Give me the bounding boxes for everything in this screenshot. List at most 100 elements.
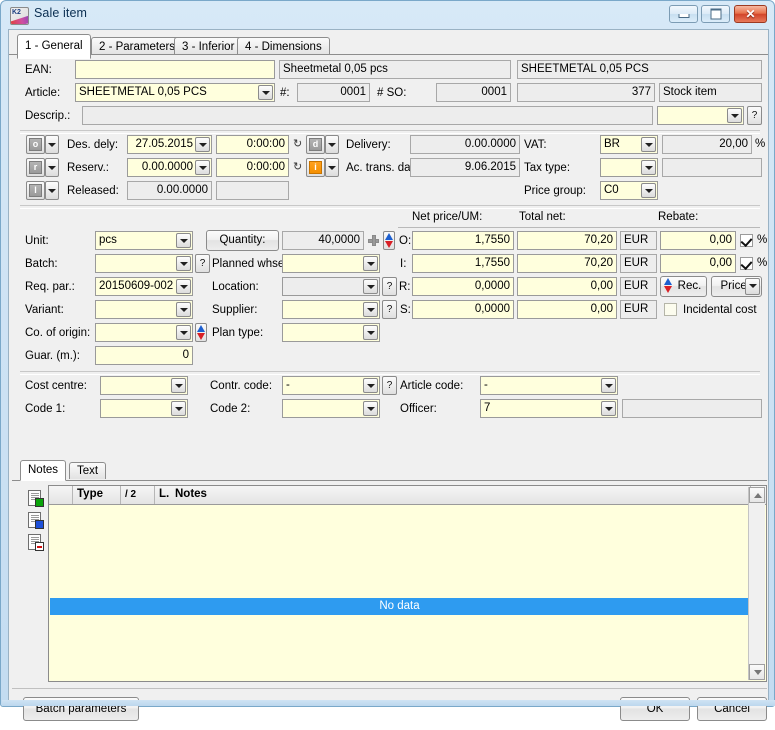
chevron-down-icon[interactable] [363,256,378,271]
plus-icon[interactable] [368,235,379,246]
article-combo[interactable]: SHEETMETAL 0,05 PCS [75,83,275,102]
chevron-down-icon[interactable] [601,378,616,393]
cost-centre-combo[interactable] [100,376,188,395]
delivery-flag-dropdown[interactable] [325,135,339,154]
tab-text[interactable]: Text [69,462,107,479]
scroll-down-button[interactable] [749,664,765,680]
grid-col-l[interactable]: L. [155,486,169,504]
chevron-down-icon[interactable] [363,325,378,340]
officer-combo[interactable]: 7 [480,399,618,418]
unit-combo[interactable]: pcs [95,231,193,250]
chevron-down-icon[interactable] [641,137,656,152]
chevron-down-icon[interactable] [171,378,186,393]
incidental-cost-checkbox[interactable] [664,303,677,316]
batch-combo[interactable] [95,254,193,273]
descrip-help-button[interactable]: ? [747,106,762,125]
i-total-net[interactable]: 70,20 [517,254,617,273]
i-rebate[interactable]: 0,00 [660,254,736,273]
article-code-combo[interactable]: - [480,376,618,395]
reserv-time[interactable]: 0:00:00 [216,158,289,177]
o-rebate-checkbox[interactable] [740,234,753,247]
ean-input[interactable] [75,60,275,79]
edit-note-icon[interactable] [28,512,45,530]
close-button[interactable]: ✕ [734,5,767,23]
des-dely-date[interactable]: 27.05.2015 [127,135,212,154]
contr-code-combo[interactable]: - [282,376,380,395]
tab-general[interactable]: 1 - General [17,34,91,59]
chevron-down-icon[interactable] [171,401,186,416]
chevron-down-icon[interactable] [363,302,378,317]
prices-button[interactable]: Prices [711,276,762,297]
chevron-down-icon[interactable] [176,325,191,340]
tab-dimensions[interactable]: 4 - Dimensions [237,37,330,55]
chevron-down-icon[interactable] [195,160,210,175]
grid-col-type[interactable]: Type [73,486,121,504]
add-note-icon[interactable] [28,490,45,508]
maximize-button[interactable] [701,5,730,23]
guar-value[interactable]: 0 [95,346,193,365]
des-dely-flag-button[interactable]: o [26,135,45,154]
chevron-down-icon[interactable] [176,256,191,271]
chevron-down-icon[interactable] [641,160,656,175]
rec-button[interactable]: Rec. [660,276,707,297]
delivery-flag-button[interactable]: d [306,135,325,154]
i-net-price[interactable]: 1,7550 [412,254,514,273]
planned-whse-combo[interactable] [282,254,380,273]
reserv-flag-button[interactable]: r [26,158,45,177]
o-net-price[interactable]: 1,7550 [412,231,514,250]
plan-type-spinner[interactable] [195,323,207,342]
i-rebate-checkbox[interactable] [740,257,753,270]
vat-combo[interactable]: BR [600,135,658,154]
tab-notes[interactable]: Notes [20,460,67,481]
code1-combo[interactable] [100,399,188,418]
ac-trans-flag-button[interactable]: i [306,158,325,177]
ac-trans-flag-dropdown[interactable] [325,158,339,177]
des-dely-flag-dropdown[interactable] [45,135,59,154]
grid-vertical-scrollbar[interactable] [748,487,765,680]
co-origin-combo[interactable] [95,323,193,342]
tab-inferior[interactable]: 3 - Inferior [174,37,243,55]
notes-grid[interactable]: Type / 2 L. Notes No data [48,485,767,682]
chevron-down-icon[interactable] [195,137,210,152]
tax-type-combo[interactable] [600,158,658,177]
chevron-down-icon[interactable] [363,378,378,393]
location-help-button[interactable]: ? [382,277,397,296]
descrip-input[interactable] [82,106,653,125]
reserv-date[interactable]: 0.00.0000 [127,158,212,177]
chevron-down-icon[interactable] [258,85,273,100]
descrip-combo[interactable] [657,106,744,125]
chevron-down-icon[interactable] [641,183,656,198]
chevron-down-icon[interactable] [601,401,616,416]
r-total-net[interactable]: 0,00 [517,277,617,296]
chevron-down-icon[interactable] [363,279,378,294]
batch-help-button[interactable]: ? [195,254,210,273]
chevron-down-icon[interactable] [176,279,191,294]
reserv-flag-dropdown[interactable] [45,158,59,177]
o-total-net[interactable]: 70,20 [517,231,617,250]
chevron-down-icon[interactable] [745,278,760,295]
minimize-button[interactable] [669,5,698,23]
location-combo[interactable] [282,277,380,296]
o-price-spinner[interactable] [383,231,395,250]
price-group-combo[interactable]: C0 [600,181,658,200]
grid-col-notes[interactable]: Notes [171,486,751,504]
req-par-combo[interactable]: 20150609-002 [95,277,193,296]
o-rebate[interactable]: 0,00 [660,231,736,250]
supplier-combo[interactable] [282,300,380,319]
chevron-down-icon[interactable] [363,401,378,416]
chevron-down-icon[interactable] [727,108,742,123]
chevron-down-icon[interactable] [176,233,191,248]
released-flag-button[interactable]: l [26,181,45,200]
grid-col-marker[interactable] [49,486,73,504]
released-flag-dropdown[interactable] [45,181,59,200]
contr-code-help-button[interactable]: ? [382,376,397,395]
grid-col-half[interactable]: / 2 [121,486,155,504]
chevron-down-icon[interactable] [176,302,191,317]
delete-note-icon[interactable] [28,534,45,552]
quantity-button[interactable]: Quantity: [206,230,279,251]
s-net-price[interactable]: 0,0000 [412,300,514,319]
tab-parameters[interactable]: 2 - Parameters [91,37,184,55]
scroll-up-button[interactable] [749,487,765,503]
code2-combo[interactable] [282,399,380,418]
variant-combo[interactable] [95,300,193,319]
